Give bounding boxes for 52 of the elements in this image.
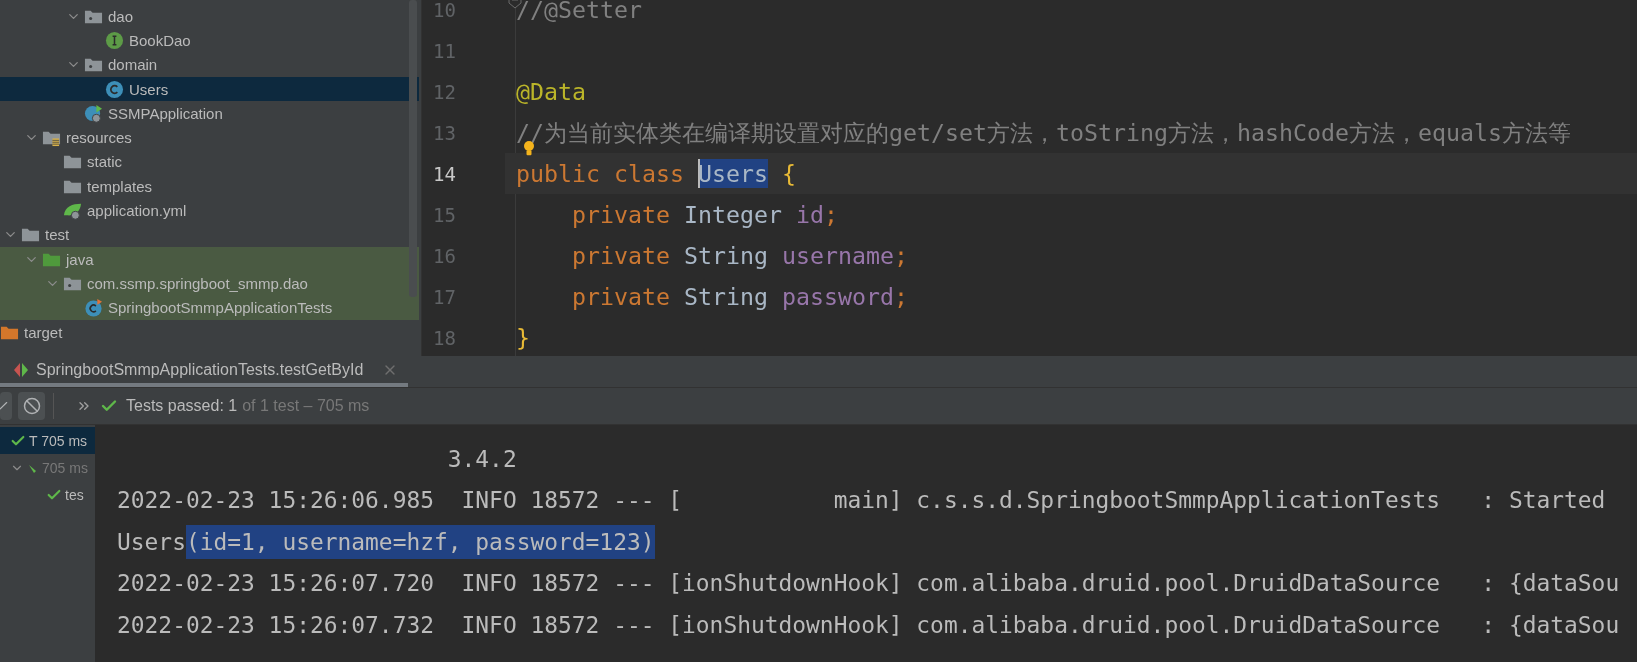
class-icon <box>105 79 124 99</box>
code-token: private <box>572 284 671 309</box>
line-number: 15 <box>433 203 456 226</box>
console-text: 2022-02-23 15:26:07.720 INFO 18572 --- [ionShutdownHook] com.alibaba.druid.pool.DruidDataSource : {dataSou <box>117 570 1620 597</box>
result-row[interactable]: T 705 ms <box>0 427 95 454</box>
line-number: 17 <box>433 285 456 308</box>
test-run-icon <box>14 361 28 378</box>
tree-item[interactable]: SpringbootSmmpApplicationTests <box>0 295 419 320</box>
line-number: 16 <box>433 244 456 267</box>
line-number: 12 <box>433 80 456 103</box>
code-token: ; <box>823 202 838 227</box>
code-token: username <box>781 243 894 268</box>
code-token: } <box>516 325 530 350</box>
lightbulb-icon[interactable] <box>523 141 535 156</box>
line-number: 14 <box>433 162 456 185</box>
result-row[interactable]: tes <box>0 481 95 508</box>
line-number: 13 <box>433 121 456 144</box>
line-number: 18 <box>433 326 456 349</box>
tests-passed-text: Tests passed: 1 <box>126 397 238 415</box>
code-token: password <box>781 284 894 309</box>
console-text: 2022-02-23 15:26:06.985 INFO 18572 --- [ main] c.s.s.d.SpringbootSmmpApplicationTests : Started <box>117 487 1606 514</box>
spring-config-icon <box>63 201 82 220</box>
interface-icon <box>105 30 124 50</box>
code-token: class <box>614 161 685 186</box>
spring-class-icon <box>84 103 103 123</box>
code-token: @Data <box>516 79 586 104</box>
tree-item[interactable]: Users <box>0 76 419 102</box>
code-token: { <box>780 161 796 186</box>
code-token: id <box>795 202 824 227</box>
code-token: private <box>572 243 671 268</box>
tree-item[interactable]: com.ssmp.springboot_smmp.dao <box>0 271 419 296</box>
code-token: Integer <box>684 202 783 227</box>
code-token: ; <box>893 284 908 309</box>
line-number: 10 <box>433 0 456 21</box>
console-text: (id=1, username=hzf, password=123) <box>185 524 655 559</box>
code-token: //@Setter <box>516 0 642 22</box>
console-text: 2022-02-23 15:26:07.732 INFO 18572 --- [ionShutdownHook] com.alibaba.druid.pool.DruidDataSource : {dataSou <box>117 611 1620 638</box>
tree-item[interactable]: java <box>0 246 419 272</box>
rerun-button[interactable] <box>0 392 12 420</box>
code-token: public <box>516 161 601 186</box>
test-class-icon <box>84 298 103 318</box>
code-token: private <box>572 202 671 227</box>
scrollbar-thumb[interactable] <box>409 0 417 297</box>
code-token: ; <box>893 243 908 268</box>
console-text: Users <box>117 528 186 555</box>
test-summary-text: of 1 test – 705 ms <box>242 397 370 415</box>
code-token: String <box>684 243 769 268</box>
code-token: String <box>684 284 769 309</box>
stop-button[interactable] <box>18 392 45 420</box>
console-text: 3.4.2 <box>446 445 517 472</box>
line-number: 11 <box>433 39 456 62</box>
code-token: //为当前实体类在编译期设置对应的get/set方法，toString方法，hashCode方法，equals方法等 <box>516 120 1571 145</box>
